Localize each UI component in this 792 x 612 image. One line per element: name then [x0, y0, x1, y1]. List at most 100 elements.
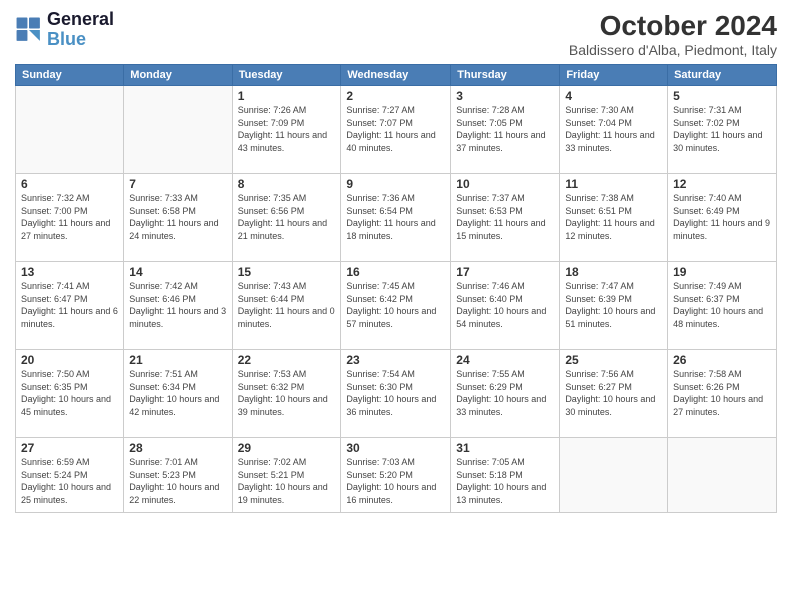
table-row: 12Sunrise: 7:40 AMSunset: 6:49 PMDayligh… — [668, 174, 777, 262]
logo: General Blue — [15, 10, 114, 50]
table-row — [124, 86, 232, 174]
day-number: 16 — [346, 265, 445, 279]
logo-icon — [15, 16, 43, 44]
month-title: October 2024 — [569, 10, 777, 42]
day-info: Sunrise: 7:35 AMSunset: 6:56 PMDaylight:… — [238, 192, 336, 242]
day-info: Sunrise: 7:45 AMSunset: 6:42 PMDaylight:… — [346, 280, 445, 330]
day-number: 1 — [238, 89, 336, 103]
logo-general: General — [47, 10, 114, 30]
day-number: 8 — [238, 177, 336, 191]
day-number: 19 — [673, 265, 771, 279]
table-row: 29Sunrise: 7:02 AMSunset: 5:21 PMDayligh… — [232, 438, 341, 513]
table-row: 28Sunrise: 7:01 AMSunset: 5:23 PMDayligh… — [124, 438, 232, 513]
table-row — [560, 438, 668, 513]
table-row: 26Sunrise: 7:58 AMSunset: 6:26 PMDayligh… — [668, 350, 777, 438]
day-info: Sunrise: 7:41 AMSunset: 6:47 PMDaylight:… — [21, 280, 118, 330]
table-row: 16Sunrise: 7:45 AMSunset: 6:42 PMDayligh… — [341, 262, 451, 350]
day-number: 25 — [565, 353, 662, 367]
day-info: Sunrise: 7:43 AMSunset: 6:44 PMDaylight:… — [238, 280, 336, 330]
day-info: Sunrise: 7:46 AMSunset: 6:40 PMDaylight:… — [456, 280, 554, 330]
day-number: 23 — [346, 353, 445, 367]
table-row: 24Sunrise: 7:55 AMSunset: 6:29 PMDayligh… — [451, 350, 560, 438]
day-number: 12 — [673, 177, 771, 191]
day-number: 20 — [21, 353, 118, 367]
table-row: 7Sunrise: 7:33 AMSunset: 6:58 PMDaylight… — [124, 174, 232, 262]
day-info: Sunrise: 7:58 AMSunset: 6:26 PMDaylight:… — [673, 368, 771, 418]
day-info: Sunrise: 7:40 AMSunset: 6:49 PMDaylight:… — [673, 192, 771, 242]
day-number: 22 — [238, 353, 336, 367]
header-sunday: Sunday — [16, 65, 124, 86]
day-number: 27 — [21, 441, 118, 455]
logo-text: General Blue — [47, 10, 114, 50]
day-number: 4 — [565, 89, 662, 103]
day-number: 17 — [456, 265, 554, 279]
day-info: Sunrise: 7:33 AMSunset: 6:58 PMDaylight:… — [129, 192, 226, 242]
table-row: 22Sunrise: 7:53 AMSunset: 6:32 PMDayligh… — [232, 350, 341, 438]
title-area: October 2024 Baldissero d'Alba, Piedmont… — [569, 10, 777, 58]
table-row: 23Sunrise: 7:54 AMSunset: 6:30 PMDayligh… — [341, 350, 451, 438]
location: Baldissero d'Alba, Piedmont, Italy — [569, 42, 777, 58]
table-row: 15Sunrise: 7:43 AMSunset: 6:44 PMDayligh… — [232, 262, 341, 350]
day-number: 5 — [673, 89, 771, 103]
table-row: 1Sunrise: 7:26 AMSunset: 7:09 PMDaylight… — [232, 86, 341, 174]
day-number: 3 — [456, 89, 554, 103]
table-row: 10Sunrise: 7:37 AMSunset: 6:53 PMDayligh… — [451, 174, 560, 262]
day-info: Sunrise: 7:26 AMSunset: 7:09 PMDaylight:… — [238, 104, 336, 154]
day-info: Sunrise: 7:02 AMSunset: 5:21 PMDaylight:… — [238, 456, 336, 506]
day-number: 14 — [129, 265, 226, 279]
day-number: 18 — [565, 265, 662, 279]
table-row: 18Sunrise: 7:47 AMSunset: 6:39 PMDayligh… — [560, 262, 668, 350]
day-info: Sunrise: 7:05 AMSunset: 5:18 PMDaylight:… — [456, 456, 554, 506]
day-info: Sunrise: 7:50 AMSunset: 6:35 PMDaylight:… — [21, 368, 118, 418]
day-number: 2 — [346, 89, 445, 103]
day-number: 15 — [238, 265, 336, 279]
day-number: 11 — [565, 177, 662, 191]
table-row: 11Sunrise: 7:38 AMSunset: 6:51 PMDayligh… — [560, 174, 668, 262]
day-number: 10 — [456, 177, 554, 191]
table-row: 27Sunrise: 6:59 AMSunset: 5:24 PMDayligh… — [16, 438, 124, 513]
header-wednesday: Wednesday — [341, 65, 451, 86]
day-info: Sunrise: 7:53 AMSunset: 6:32 PMDaylight:… — [238, 368, 336, 418]
logo-blue: Blue — [47, 30, 114, 50]
day-info: Sunrise: 7:27 AMSunset: 7:07 PMDaylight:… — [346, 104, 445, 154]
day-number: 28 — [129, 441, 226, 455]
day-info: Sunrise: 7:51 AMSunset: 6:34 PMDaylight:… — [129, 368, 226, 418]
day-number: 21 — [129, 353, 226, 367]
day-number: 6 — [21, 177, 118, 191]
table-row: 20Sunrise: 7:50 AMSunset: 6:35 PMDayligh… — [16, 350, 124, 438]
day-info: Sunrise: 7:31 AMSunset: 7:02 PMDaylight:… — [673, 104, 771, 154]
table-row: 31Sunrise: 7:05 AMSunset: 5:18 PMDayligh… — [451, 438, 560, 513]
day-info: Sunrise: 7:37 AMSunset: 6:53 PMDaylight:… — [456, 192, 554, 242]
day-info: Sunrise: 7:47 AMSunset: 6:39 PMDaylight:… — [565, 280, 662, 330]
day-number: 13 — [21, 265, 118, 279]
day-info: Sunrise: 7:32 AMSunset: 7:00 PMDaylight:… — [21, 192, 118, 242]
calendar-table: Sunday Monday Tuesday Wednesday Thursday… — [15, 64, 777, 513]
table-row: 13Sunrise: 7:41 AMSunset: 6:47 PMDayligh… — [16, 262, 124, 350]
day-number: 31 — [456, 441, 554, 455]
table-row: 17Sunrise: 7:46 AMSunset: 6:40 PMDayligh… — [451, 262, 560, 350]
day-number: 29 — [238, 441, 336, 455]
table-row: 6Sunrise: 7:32 AMSunset: 7:00 PMDaylight… — [16, 174, 124, 262]
table-row: 5Sunrise: 7:31 AMSunset: 7:02 PMDaylight… — [668, 86, 777, 174]
table-row: 19Sunrise: 7:49 AMSunset: 6:37 PMDayligh… — [668, 262, 777, 350]
day-info: Sunrise: 7:55 AMSunset: 6:29 PMDaylight:… — [456, 368, 554, 418]
table-row: 21Sunrise: 7:51 AMSunset: 6:34 PMDayligh… — [124, 350, 232, 438]
table-row: 14Sunrise: 7:42 AMSunset: 6:46 PMDayligh… — [124, 262, 232, 350]
header-tuesday: Tuesday — [232, 65, 341, 86]
table-row: 9Sunrise: 7:36 AMSunset: 6:54 PMDaylight… — [341, 174, 451, 262]
day-info: Sunrise: 7:30 AMSunset: 7:04 PMDaylight:… — [565, 104, 662, 154]
day-info: Sunrise: 7:54 AMSunset: 6:30 PMDaylight:… — [346, 368, 445, 418]
table-row: 8Sunrise: 7:35 AMSunset: 6:56 PMDaylight… — [232, 174, 341, 262]
header-thursday: Thursday — [451, 65, 560, 86]
day-info: Sunrise: 7:28 AMSunset: 7:05 PMDaylight:… — [456, 104, 554, 154]
day-number: 30 — [346, 441, 445, 455]
day-info: Sunrise: 7:36 AMSunset: 6:54 PMDaylight:… — [346, 192, 445, 242]
day-info: Sunrise: 7:49 AMSunset: 6:37 PMDaylight:… — [673, 280, 771, 330]
table-row: 25Sunrise: 7:56 AMSunset: 6:27 PMDayligh… — [560, 350, 668, 438]
table-row: 30Sunrise: 7:03 AMSunset: 5:20 PMDayligh… — [341, 438, 451, 513]
header-monday: Monday — [124, 65, 232, 86]
header-friday: Friday — [560, 65, 668, 86]
day-info: Sunrise: 7:42 AMSunset: 6:46 PMDaylight:… — [129, 280, 226, 330]
header-saturday: Saturday — [668, 65, 777, 86]
day-number: 26 — [673, 353, 771, 367]
